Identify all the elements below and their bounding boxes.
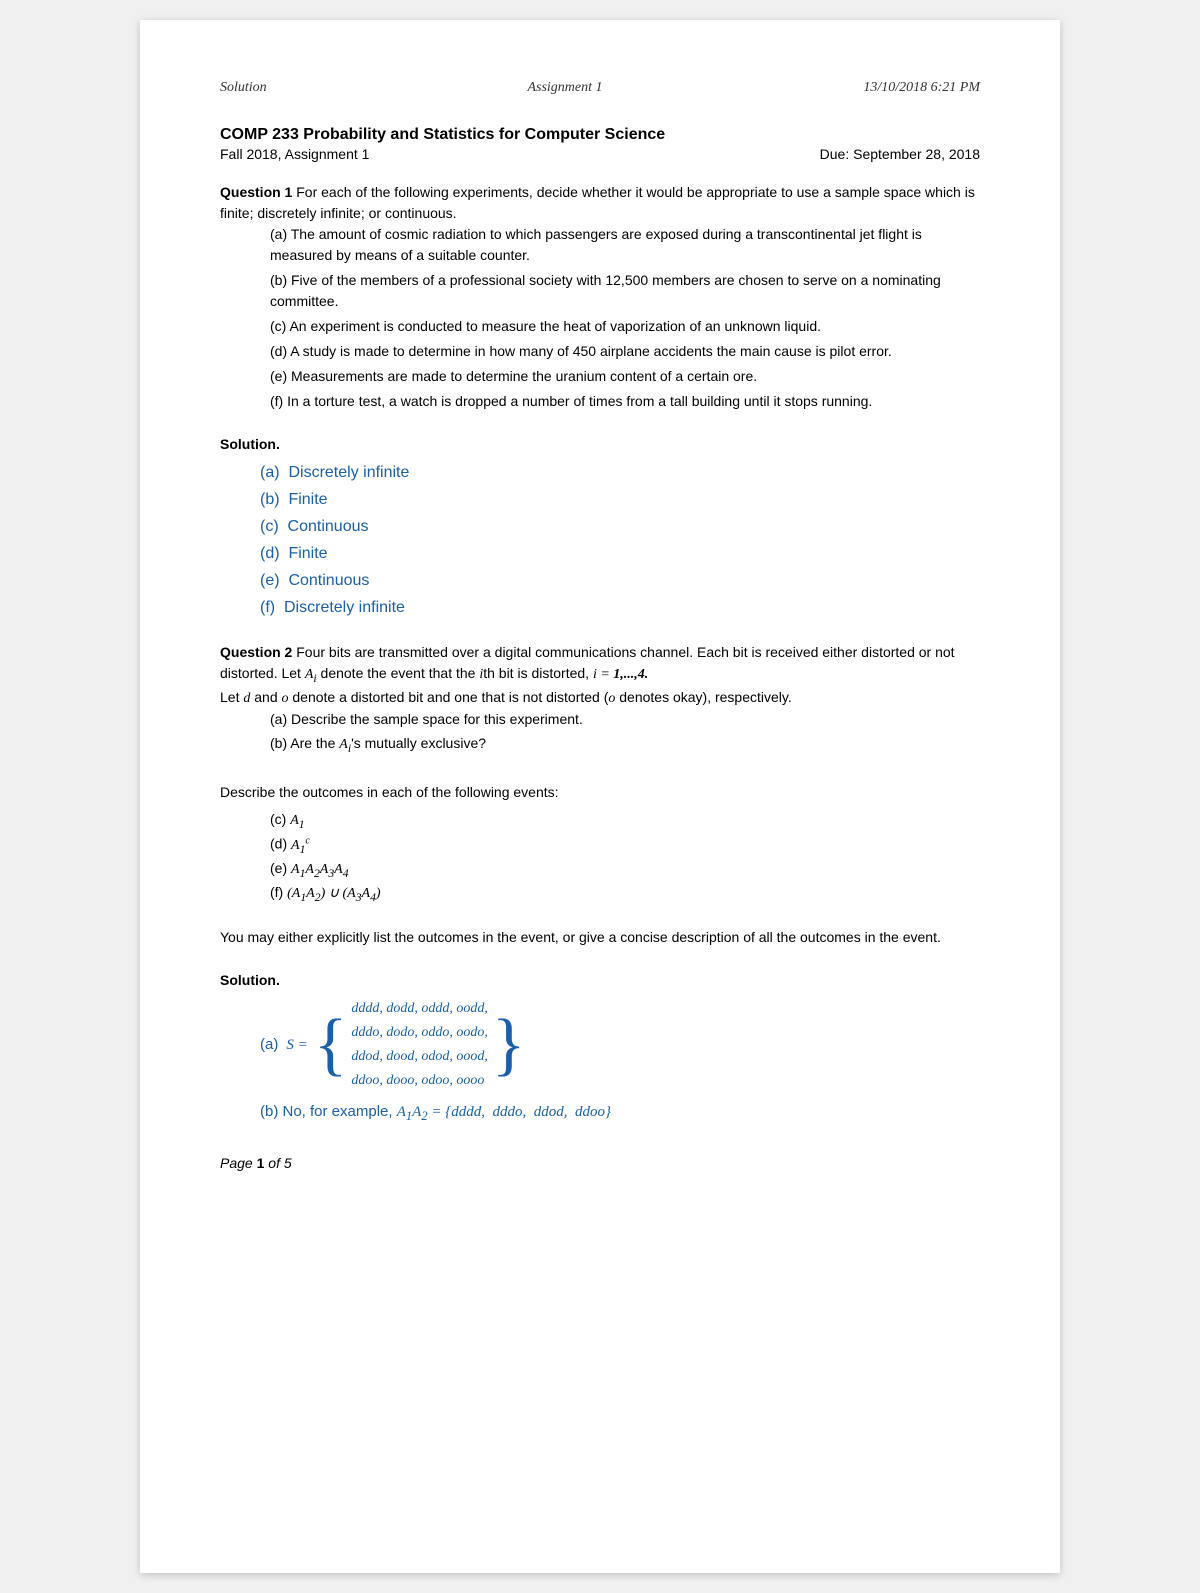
q2-sol-a-label: (a) xyxy=(260,1034,278,1057)
footer-bold: 1 xyxy=(257,1155,265,1171)
page: Solution Assignment 1 13/10/2018 6:21 PM… xyxy=(140,20,1060,1573)
q1-sol-d-label: (d) xyxy=(260,545,280,562)
q1-part-f: (f) In a torture test, a watch is droppe… xyxy=(270,391,980,412)
page-footer: Page 1 of 5 xyxy=(220,1155,980,1171)
q1-sol-e-label: (e) xyxy=(260,572,280,589)
course-title: COMP 233 Probability and Statistics for … xyxy=(220,126,980,144)
question-2: Question 2 Four bits are transmitted ove… xyxy=(220,642,980,948)
q1-sol-e-answer: Continuous xyxy=(288,572,369,589)
q1-parts-list: (a) The amount of cosmic radiation to wh… xyxy=(270,224,980,412)
q2-sol-b: (b) No, for example, A1A2 = {dddd, dddo,… xyxy=(260,1101,980,1126)
q2-sol-b-text: No, for example, xyxy=(283,1103,397,1120)
q2-label: Question 2 xyxy=(220,644,292,660)
q2-describe: Describe the outcomes in each of the fol… xyxy=(220,782,980,803)
q1-part-e: (e) Measurements are made to determine t… xyxy=(270,366,980,387)
q1-sol-b: (b) Finite xyxy=(260,488,980,512)
q2-solution-header: Solution. xyxy=(220,970,980,991)
q1-part-b: (b) Five of the members of a professiona… xyxy=(270,270,980,312)
right-brace: } xyxy=(492,1010,526,1080)
q2-part-a: (a) Describe the sample space for this e… xyxy=(270,709,980,730)
subtitle-right: Due: September 28, 2018 xyxy=(820,146,980,162)
footer-total: 5 xyxy=(284,1155,292,1171)
q1-intro: Question 1 For each of the following exp… xyxy=(220,182,980,224)
q1-sol-b-answer: Finite xyxy=(288,491,327,508)
q1-sol-f: (f) Discretely infinite xyxy=(260,596,980,620)
q1-sol-a-answer: Discretely infinite xyxy=(288,464,409,481)
q2-parts-ab: (a) Describe the sample space for this e… xyxy=(270,709,980,757)
q1-sol-f-label: (f) xyxy=(260,599,275,616)
q2-sol-a-row: (a) S = { dddd, dodd, oddd, oodd, dddo, … xyxy=(260,997,980,1092)
header-right: 13/10/2018 6:21 PM xyxy=(863,80,980,96)
question-1: Question 1 For each of the following exp… xyxy=(220,182,980,412)
footer-text: Page xyxy=(220,1155,253,1171)
footer-text2: of xyxy=(268,1155,280,1171)
q2-sol-a-matrix: { dddd, dodd, oddd, oodd, dddo, dodo, od… xyxy=(314,997,526,1092)
matrix-row-1: dddd, dodd, oddd, oodd, xyxy=(351,997,488,1021)
q2-sol-a-eq: S = xyxy=(286,1034,307,1057)
q2-sol-b-label: (b) xyxy=(260,1103,283,1120)
subtitle-row: Fall 2018, Assignment 1 Due: September 2… xyxy=(220,146,980,162)
q1-sol-d: (d) Finite xyxy=(260,542,980,566)
q2-part-c: (c) A1 xyxy=(270,809,980,833)
q2-parts-cf: (c) A1 (d) A1c (e) A1A2A3A4 (f) (A1A2) ∪… xyxy=(270,809,980,907)
q1-sol-a-label: (a) xyxy=(260,464,280,481)
q1-solution-list: (a) Discretely infinite (b) Finite (c) C… xyxy=(260,461,980,620)
q1-solution-header: Solution. xyxy=(220,434,980,455)
q1-sol-d-answer: Finite xyxy=(288,545,327,562)
q2-part-e: (e) A1A2A3A4 xyxy=(270,858,980,882)
q1-part-d: (d) A study is made to determine in how … xyxy=(270,341,980,362)
matrix-row-2: dddo, dodo, oddo, oodo, xyxy=(351,1021,488,1045)
q1-sol-a: (a) Discretely infinite xyxy=(260,461,980,485)
matrix-row-3: ddod, dood, odod, oood, xyxy=(351,1045,488,1069)
q1-label: Question 1 xyxy=(220,184,292,200)
q1-sol-c-answer: Continuous xyxy=(288,518,369,535)
subtitle-left: Fall 2018, Assignment 1 xyxy=(220,146,369,162)
matrix-row-4: ddoo, dooo, odoo, oooo xyxy=(351,1069,488,1093)
q2-part-d: (d) A1c xyxy=(270,833,980,858)
q2-part-b: (b) Are the Ai's mutually exclusive? xyxy=(270,733,980,757)
q1-sol-f-answer: Discretely infinite xyxy=(284,599,405,616)
q1-solution: Solution. (a) Discretely infinite (b) Fi… xyxy=(220,434,980,620)
q2-sol-b-math: A1A2 = {dddd, dddo, ddod, ddoo} xyxy=(397,1104,611,1120)
q1-sol-b-label: (b) xyxy=(260,491,280,508)
header-center: Assignment 1 xyxy=(527,80,602,96)
q2-intro-text: Question 2 Four bits are transmitted ove… xyxy=(220,642,980,709)
left-brace: { xyxy=(314,1010,348,1080)
header-left: Solution xyxy=(220,80,267,96)
q1-part-a: (a) The amount of cosmic radiation to wh… xyxy=(270,224,980,266)
q2-may-text: You may either explicitly list the outco… xyxy=(220,927,980,948)
q1-intro-text: For each of the following experiments, d… xyxy=(220,184,975,221)
q1-sol-e: (e) Continuous xyxy=(260,569,980,593)
q1-part-c: (c) An experiment is conducted to measur… xyxy=(270,316,980,337)
q1-sol-c: (c) Continuous xyxy=(260,515,980,539)
page-header: Solution Assignment 1 13/10/2018 6:21 PM xyxy=(220,80,980,96)
title-section: COMP 233 Probability and Statistics for … xyxy=(220,126,980,162)
q2-part-f: (f) (A1A2) ∪ (A3A4) xyxy=(270,882,980,906)
q1-sol-c-label: (c) xyxy=(260,518,279,535)
matrix-content: dddd, dodd, oddd, oodd, dddo, dodo, oddo… xyxy=(347,997,492,1092)
q2-solution: Solution. (a) S = { dddd, dodd, oddd, oo… xyxy=(220,970,980,1125)
